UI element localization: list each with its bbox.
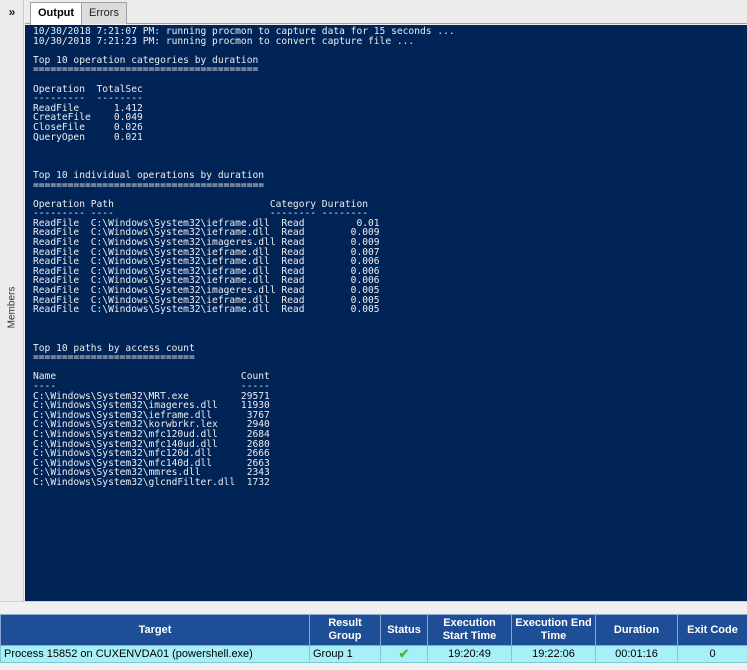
console-text: 10/30/2018 7:21:07 PM: running procmon t… (33, 26, 455, 488)
check-icon: ✔ (398, 646, 410, 662)
members-panel[interactable]: » Members (0, 0, 24, 601)
column-header-end-time[interactable]: Execution End Time (511, 614, 596, 646)
column-header-result-group[interactable]: Result Group (309, 614, 381, 646)
table-row[interactable]: Process 15852 on CUXENVDA01 (powershell.… (0, 645, 747, 663)
cell-duration: 00:01:16 (595, 645, 678, 663)
column-header-status[interactable]: Status (380, 614, 428, 646)
pane-splitter[interactable] (0, 601, 747, 614)
column-header-target[interactable]: Target (0, 614, 310, 646)
members-label[interactable]: Members (7, 280, 18, 336)
results-grid: Target Result Group Status Execution Sta… (0, 614, 747, 663)
cell-target: Process 15852 on CUXENVDA01 (powershell.… (0, 645, 310, 663)
column-header-duration[interactable]: Duration (595, 614, 678, 646)
cell-start-time: 19:20:49 (427, 645, 512, 663)
output-console[interactable]: 10/30/2018 7:21:07 PM: running procmon t… (25, 25, 747, 601)
cell-result-group: Group 1 (309, 645, 381, 663)
grid-header-row: Target Result Group Status Execution Sta… (0, 614, 747, 646)
column-header-exit-code[interactable]: Exit Code (677, 614, 747, 646)
tab-bar: Output Errors (25, 0, 747, 25)
tab-errors[interactable]: Errors (81, 2, 127, 24)
script-output-window: » Members Output Errors 10/30/2018 7:21:… (0, 0, 747, 670)
tab-output[interactable]: Output (30, 2, 83, 25)
cell-exit-code: 0 (677, 645, 747, 663)
cell-status: ✔ (380, 645, 428, 663)
expand-panel-button[interactable]: » (0, 0, 24, 24)
cell-end-time: 19:22:06 (511, 645, 596, 663)
column-header-start-time[interactable]: Execution Start Time (427, 614, 512, 646)
